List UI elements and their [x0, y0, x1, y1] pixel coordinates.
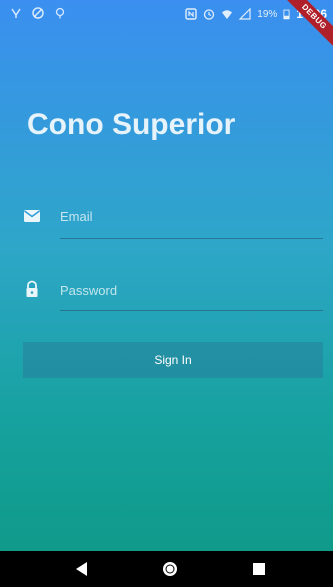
- password-underline: [60, 310, 323, 311]
- nfc-icon: [185, 8, 197, 20]
- recents-icon[interactable]: [250, 560, 268, 578]
- blocked-icon: [32, 7, 44, 19]
- lightbulb-icon: [55, 7, 65, 19]
- home-icon[interactable]: [161, 560, 179, 578]
- alarm-icon: [204, 9, 215, 20]
- app-title: Cono Superior: [27, 108, 236, 141]
- android-nav-bar: [0, 551, 333, 587]
- status-left: [10, 7, 66, 19]
- back-icon[interactable]: [73, 560, 91, 578]
- password-field[interactable]: [60, 277, 323, 303]
- email-row: [0, 200, 333, 240]
- sign-in-button[interactable]: Sign In: [23, 342, 323, 378]
- battery-icon: [283, 9, 290, 20]
- wifi-icon: [222, 10, 233, 19]
- phone-screen: 19% 14:06 DEBUG Cono Superior Si: [0, 0, 333, 587]
- login-screen: 19% 14:06 DEBUG Cono Superior Si: [0, 0, 333, 551]
- signal-icon: [239, 8, 251, 20]
- password-row: [0, 274, 333, 314]
- lock-icon: [26, 280, 38, 297]
- battery-percent: 19%: [257, 8, 278, 20]
- status-bar: 19% 14:06 DEBUG: [0, 0, 333, 54]
- email-field[interactable]: [60, 203, 323, 229]
- notification-icon: [11, 8, 21, 18]
- mail-icon: [24, 210, 40, 222]
- email-underline: [60, 238, 323, 239]
